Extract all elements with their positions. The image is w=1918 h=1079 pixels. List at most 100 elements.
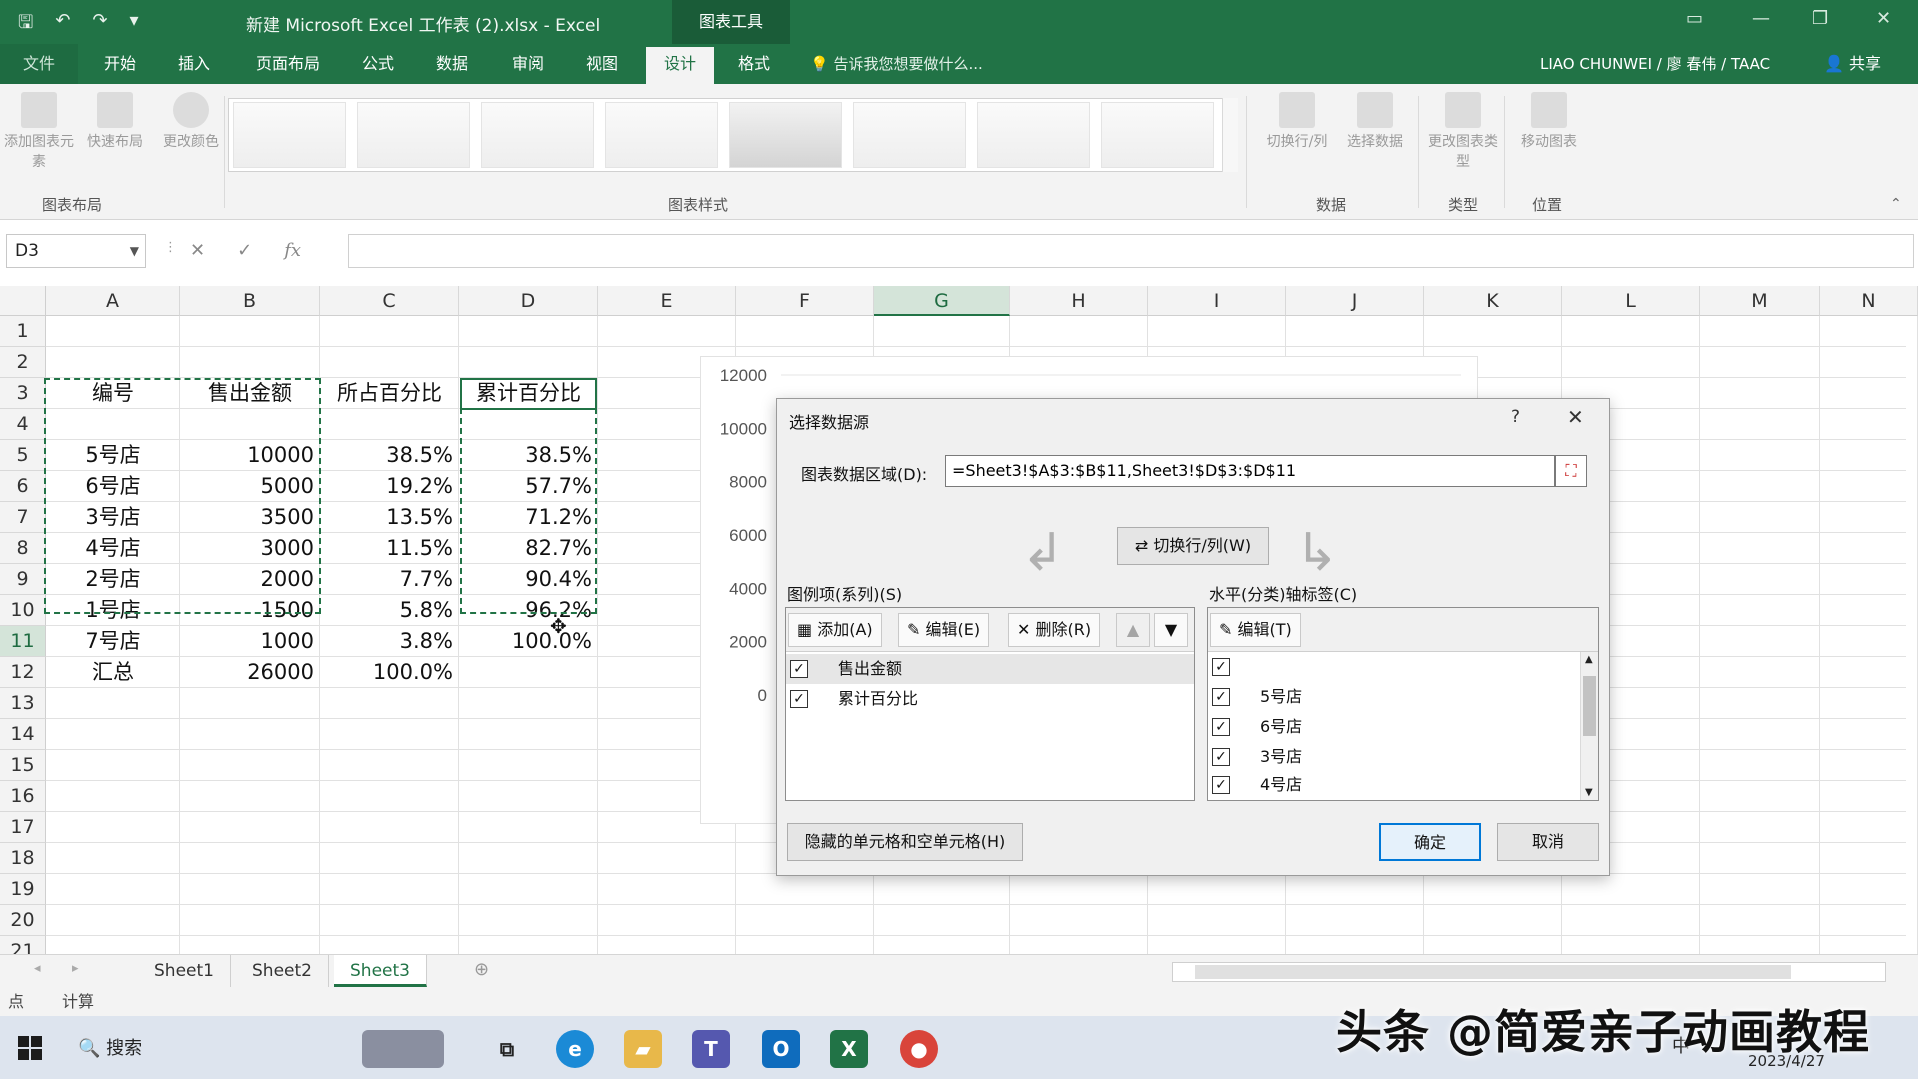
edit-series-button[interactable]: ✎ 编辑(E) (898, 613, 990, 647)
chevron-down-icon[interactable]: ▼ (130, 235, 139, 267)
tab-home[interactable]: 开始 (90, 44, 150, 84)
data-cell[interactable]: 11.5% (320, 533, 459, 564)
column-header-n[interactable]: N (1820, 286, 1918, 316)
chart-style-5[interactable] (729, 102, 842, 168)
scroll-right-icon[interactable]: ▸ (72, 961, 79, 976)
chart-style-4[interactable] (605, 102, 718, 168)
restore-button[interactable]: ❐ (1812, 8, 1828, 29)
row-header-2[interactable]: 2 (0, 347, 46, 378)
data-cell[interactable]: 5.8% (320, 595, 459, 626)
horizontal-scrollbar[interactable] (1172, 962, 1886, 982)
chart-styles-gallery[interactable] (228, 98, 1230, 172)
category-checkbox[interactable]: ✓ (1212, 748, 1230, 766)
chart-style-6[interactable] (853, 102, 966, 168)
add-sheet-icon[interactable]: ⊕ (474, 959, 489, 980)
row-header-18[interactable]: 18 (0, 843, 46, 874)
tell-me-box[interactable]: 💡 告诉我您想要做什么... (810, 44, 983, 84)
data-cell[interactable]: 38.5% (320, 440, 459, 471)
column-header-f[interactable]: F (736, 286, 874, 316)
save-icon[interactable]: 🖫 (18, 10, 33, 40)
category-checkbox[interactable]: ✓ (1212, 658, 1230, 676)
series-checkbox[interactable]: ✓ (790, 660, 808, 678)
column-header-b[interactable]: B (180, 286, 320, 316)
tab-review[interactable]: 审阅 (500, 44, 556, 84)
collapse-ribbon-icon[interactable]: ⌃ (1890, 196, 1902, 212)
windows-start-icon[interactable] (18, 1036, 42, 1060)
add-chart-element-button[interactable]: 添加图表元素 (0, 92, 78, 172)
data-cell[interactable]: 7号店 (46, 626, 180, 657)
column-header-k[interactable]: K (1424, 286, 1562, 316)
tab-file[interactable]: 文件 (0, 44, 78, 84)
edge-icon[interactable]: e (556, 1030, 594, 1068)
teams-icon[interactable]: T (692, 1030, 730, 1068)
check-icon[interactable]: ✓ (237, 234, 252, 268)
data-cell[interactable]: 1000 (180, 626, 320, 657)
excel-icon[interactable]: X (830, 1030, 868, 1068)
row-header-1[interactable]: 1 (0, 316, 46, 347)
row-header-20[interactable]: 20 (0, 905, 46, 936)
tab-view[interactable]: 视图 (574, 44, 630, 84)
total-cell[interactable]: 汇总 (46, 657, 180, 688)
range-picker-icon[interactable]: ⛶ (1555, 455, 1587, 487)
row-header-21[interactable]: 21 (0, 936, 46, 954)
add-series-button[interactable]: ▦ 添加(A) (788, 613, 882, 647)
row-header-19[interactable]: 19 (0, 874, 46, 905)
move-up-button[interactable]: ▲ (1116, 613, 1150, 647)
tab-data[interactable]: 数据 (424, 44, 480, 84)
cancel-icon[interactable]: ✕ (190, 234, 205, 268)
series-checkbox[interactable]: ✓ (790, 690, 808, 708)
select-data-button[interactable]: 选择数据 (1336, 92, 1414, 152)
recorder-icon[interactable]: ● (900, 1030, 938, 1068)
row-header-9[interactable]: 9 (0, 564, 46, 595)
chart-style-3[interactable] (481, 102, 594, 168)
category-checkbox[interactable]: ✓ (1212, 688, 1230, 706)
chart-style-2[interactable] (357, 102, 470, 168)
data-cell[interactable]: 100.0% (459, 626, 598, 657)
column-header-h[interactable]: H (1010, 286, 1148, 316)
scroll-left-icon[interactable]: ◂ (34, 961, 41, 976)
row-header-8[interactable]: 8 (0, 533, 46, 564)
row-header-7[interactable]: 7 (0, 502, 46, 533)
row-header-5[interactable]: 5 (0, 440, 46, 471)
column-header-c[interactable]: C (320, 286, 459, 316)
outlook-icon[interactable]: O (762, 1030, 800, 1068)
row-header-12[interactable]: 12 (0, 657, 46, 688)
share-button[interactable]: 👤 共享 (1824, 44, 1881, 84)
cancel-button[interactable]: 取消 (1497, 823, 1599, 861)
chart-data-range-input[interactable]: =Sheet3!$A$3:$B$11,Sheet3!$D$3:$D$11 (945, 455, 1555, 487)
help-button[interactable]: ? (1511, 407, 1520, 427)
total-cell[interactable]: 26000 (180, 657, 320, 688)
select-all-corner[interactable] (0, 286, 46, 316)
category-item[interactable]: ✓ 5号店 (1208, 682, 1598, 712)
row-header-4[interactable]: 4 (0, 409, 46, 440)
chart-style-8[interactable] (1101, 102, 1214, 168)
header-cell[interactable]: 所占百分比 (320, 378, 459, 409)
close-window-button[interactable]: ✕ (1876, 8, 1891, 29)
data-cell[interactable]: 19.2% (320, 471, 459, 502)
tab-format[interactable]: 格式 (724, 44, 784, 84)
switch-row-column-button[interactable]: 切换行/列 (1258, 92, 1336, 152)
category-checkbox[interactable]: ✓ (1212, 776, 1230, 794)
move-chart-button[interactable]: 移动图表 (1510, 92, 1588, 152)
tab-formulas[interactable]: 公式 (350, 44, 406, 84)
undo-icon[interactable]: ↶ (55, 10, 70, 40)
category-item[interactable]: ✓ 3号店 (1208, 742, 1598, 772)
file-explorer-icon[interactable]: ▰ (624, 1030, 662, 1068)
row-header-3[interactable]: 3 (0, 378, 46, 409)
category-item[interactable]: ✓ 4号店 (1208, 770, 1598, 800)
data-cell[interactable]: 13.5% (320, 502, 459, 533)
tab-insert[interactable]: 插入 (164, 44, 224, 84)
category-item[interactable]: ✓ 6号店 (1208, 712, 1598, 742)
sheet-tab-sheet3[interactable]: Sheet3 (334, 955, 427, 987)
total-cell[interactable]: 100.0% (320, 657, 459, 688)
column-header-d[interactable]: D (459, 286, 598, 316)
category-item[interactable]: ✓ (1208, 652, 1598, 682)
scroll-thumb[interactable] (1583, 676, 1596, 736)
row-header-14[interactable]: 14 (0, 719, 46, 750)
tab-design[interactable]: 设计 (646, 44, 714, 84)
chevron-down-icon[interactable]: ▼ (1585, 787, 1593, 798)
ribbon-display-icon[interactable]: ▭ (1686, 8, 1703, 29)
column-header-e[interactable]: E (598, 286, 736, 316)
data-cell[interactable]: 3.8% (320, 626, 459, 657)
move-down-button[interactable]: ▼ (1154, 613, 1188, 647)
